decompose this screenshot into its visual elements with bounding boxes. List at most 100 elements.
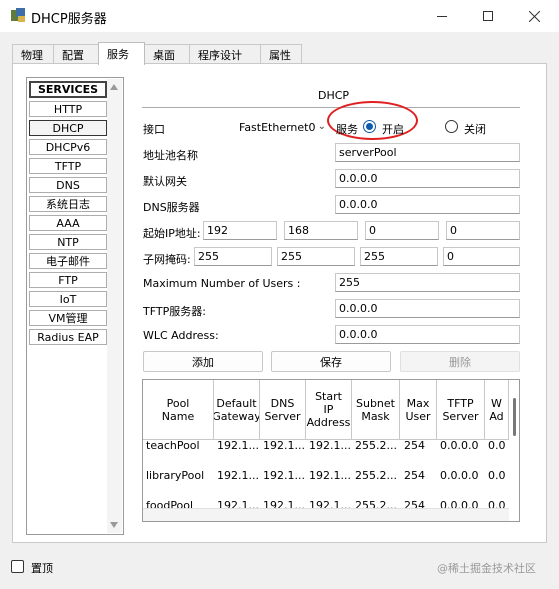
max-users-input[interactable]: 255	[335, 273, 520, 292]
app-icon	[11, 8, 25, 22]
pool-name-input[interactable]: serverPool	[335, 143, 520, 162]
service-dhcp[interactable]: DHCP	[29, 120, 107, 136]
table-cell[interactable]: 192.1...	[309, 499, 352, 508]
tab-programming[interactable]: 程序设计	[189, 44, 261, 64]
max-users-label: Maximum Number of Users :	[143, 277, 301, 290]
table-cell[interactable]: 254	[404, 469, 437, 482]
start-ip-octet-2[interactable]: 168	[284, 221, 358, 240]
table-cell[interactable]: 192.1...	[263, 469, 306, 482]
service-on-radio[interactable]	[363, 120, 376, 133]
scroll-up-icon[interactable]	[110, 84, 118, 90]
tab-bar: 物理 配置 服务 桌面 程序设计 属性	[12, 42, 302, 65]
table-cell[interactable]: 0.0.0.0	[440, 439, 485, 452]
mask-octet-2[interactable]: 255	[277, 247, 355, 266]
interface-select[interactable]: FastEthernet0 ⌄	[235, 117, 330, 137]
service-ntp[interactable]: NTP	[29, 234, 107, 250]
table-horizontal-scrollbar[interactable]	[143, 508, 509, 521]
pool-table: Pool Name Default Gateway DNS Server Sta…	[142, 379, 520, 522]
dns-input[interactable]: 0.0.0.0	[335, 195, 520, 214]
tftp-label: TFTP服务器:	[143, 305, 206, 318]
table-cell[interactable]: 192.1...	[263, 439, 306, 452]
table-cell[interactable]: 192.1...	[309, 469, 352, 482]
table-cell[interactable]: 192.1...	[217, 439, 260, 452]
service-iot[interactable]: IoT	[29, 291, 107, 307]
mask-octet-3[interactable]: 255	[360, 247, 438, 266]
table-cell[interactable]: 0.0.0.0	[440, 499, 485, 508]
table-cell[interactable]: 255.2...	[355, 469, 400, 482]
tab-physical[interactable]: 物理	[12, 44, 54, 64]
section-divider	[142, 107, 520, 108]
mask-octet-1[interactable]: 255	[194, 247, 272, 266]
window-title: DHCP服务器	[31, 12, 107, 27]
tab-attributes[interactable]: 属性	[260, 44, 302, 64]
table-cell[interactable]: 254	[404, 439, 437, 452]
service-label: 服务	[336, 123, 358, 136]
table-cell[interactable]: 0.0	[488, 499, 509, 508]
always-on-top-checkbox[interactable]	[11, 560, 24, 573]
gateway-label: 默认网关	[143, 175, 187, 188]
maximize-icon	[483, 11, 493, 21]
service-http[interactable]: HTTP	[29, 101, 107, 117]
col-subnet-mask[interactable]: Subnet Mask	[352, 380, 400, 440]
service-syslog[interactable]: 系统日志	[29, 196, 107, 212]
table-cell[interactable]: 255.2...	[355, 499, 400, 508]
minimize-icon	[437, 15, 447, 17]
table-cell[interactable]: 192.1...	[217, 469, 260, 482]
tftp-input[interactable]: 0.0.0.0	[335, 299, 520, 318]
table-cell[interactable]: 192.1...	[309, 439, 352, 452]
table-cell[interactable]: 192.1...	[263, 499, 306, 508]
service-email[interactable]: 电子邮件	[29, 253, 107, 269]
table-vertical-scrollbar[interactable]	[509, 380, 519, 508]
add-button[interactable]: 添加	[143, 351, 263, 372]
chevron-down-icon: ⌄	[317, 121, 326, 132]
service-vm[interactable]: VM管理	[29, 310, 107, 326]
col-max-user[interactable]: Max User	[400, 380, 437, 440]
table-cell[interactable]: teachPool	[146, 439, 214, 452]
col-pool-name[interactable]: Pool Name	[143, 380, 214, 440]
table-cell[interactable]: 0.0	[488, 439, 509, 452]
services-scrollbar[interactable]	[107, 79, 122, 533]
table-cell[interactable]: libraryPool	[146, 469, 214, 482]
table-cell[interactable]: 255.2...	[355, 439, 400, 452]
tab-desktop[interactable]: 桌面	[144, 44, 190, 64]
col-start-ip[interactable]: Start IP Address	[306, 380, 352, 440]
interface-value: FastEthernet0	[239, 120, 316, 134]
col-dns-server[interactable]: DNS Server	[260, 380, 306, 440]
maximize-button[interactable]	[465, 0, 511, 32]
table-cell[interactable]: 0.0	[488, 469, 509, 482]
col-wlc-address[interactable]: W Ad	[485, 380, 509, 440]
table-cell[interactable]: 254	[404, 499, 437, 508]
table-cell[interactable]: 192.1...	[217, 499, 260, 508]
start-ip-octet-3[interactable]: 0	[365, 221, 439, 240]
start-ip-octet-1[interactable]: 192	[203, 221, 277, 240]
service-off-radio[interactable]	[445, 120, 458, 133]
close-icon	[528, 10, 540, 22]
tab-services[interactable]: 服务	[98, 42, 145, 65]
dns-label: DNS服务器	[143, 201, 200, 214]
close-button[interactable]	[511, 0, 557, 32]
services-list: SERVICES HTTP DHCP DHCPv6 TFTP DNS 系统日志 …	[26, 77, 124, 535]
service-dns[interactable]: DNS	[29, 177, 107, 193]
service-radius-eap[interactable]: Radius EAP	[29, 329, 107, 345]
start-ip-octet-4[interactable]: 0	[446, 221, 520, 240]
title-bar: DHCP服务器	[0, 0, 559, 32]
service-on-label: 开启	[382, 123, 404, 136]
gateway-input[interactable]: 0.0.0.0	[335, 169, 520, 188]
wlc-label: WLC Address:	[143, 329, 219, 342]
save-button[interactable]: 保存	[271, 351, 391, 372]
mask-octet-4[interactable]: 0	[443, 247, 520, 266]
service-tftp[interactable]: TFTP	[29, 158, 107, 174]
service-dhcpv6[interactable]: DHCPv6	[29, 139, 107, 155]
col-default-gateway[interactable]: Default Gateway	[214, 380, 260, 440]
wlc-input[interactable]: 0.0.0.0	[335, 325, 520, 344]
tab-config[interactable]: 配置	[53, 44, 99, 64]
table-cell[interactable]: 0.0.0.0	[440, 469, 485, 482]
table-cell[interactable]: foodPool	[146, 499, 214, 508]
minimize-button[interactable]	[419, 0, 465, 32]
scroll-thumb[interactable]	[513, 398, 516, 436]
service-ftp[interactable]: FTP	[29, 272, 107, 288]
col-tftp-server[interactable]: TFTP Server	[437, 380, 485, 440]
scroll-down-icon[interactable]	[110, 522, 118, 528]
service-aaa[interactable]: AAA	[29, 215, 107, 231]
delete-button[interactable]: 删除	[400, 351, 520, 372]
